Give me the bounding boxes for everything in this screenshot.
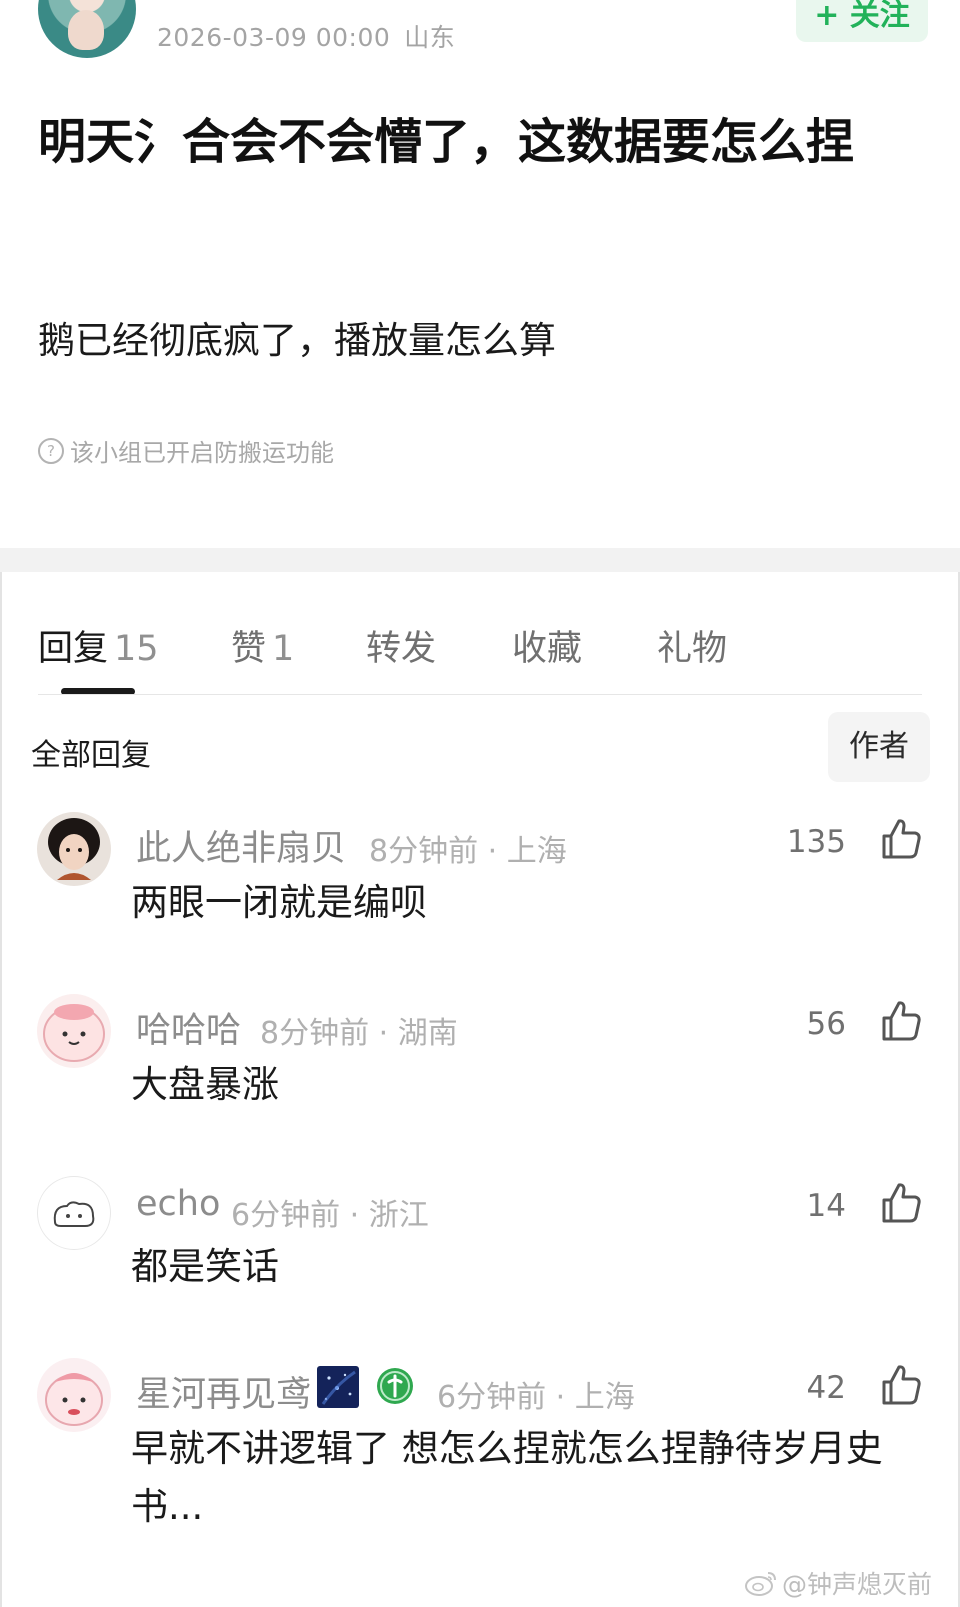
tab-gifts[interactable]: 礼物 <box>657 620 727 671</box>
comment-item: 此人绝非扇贝 8分钟前 · 上海 135 两眼一闭就是编呗 <box>0 812 960 932</box>
post-meta: 2026-03-09 00:00 山东 <box>157 18 455 54</box>
post-tabs: 回复 15 赞1 转发 收藏 礼物 <box>0 572 960 696</box>
starry-sky-badge-icon <box>317 1366 359 1408</box>
post-title: 明天氵合会不会懵了，这数据要怎么捏 <box>38 114 855 170</box>
reply-filter-row: 全部回复 作者 <box>0 708 960 784</box>
watermark: @钟声熄灭前 <box>744 1565 932 1601</box>
tab-label: 回复 <box>38 629 109 669</box>
comment-text: 大盘暴涨 <box>131 1063 279 1106</box>
author-filter-button[interactable]: 作者 <box>828 712 930 782</box>
avatar-image <box>37 1176 111 1250</box>
avatar-image <box>37 994 111 1068</box>
anti-repost-note[interactable]: ? 该小组已开启防搬运功能 <box>38 433 334 468</box>
thumbs-up-icon[interactable] <box>878 1362 924 1408</box>
tab-label: 赞 <box>231 629 267 669</box>
comment-time-location: 8分钟前 · 上海 <box>369 834 567 869</box>
like-count: 14 <box>806 1188 846 1224</box>
comment-author[interactable]: 哈哈哈 <box>136 1002 241 1053</box>
comment-author[interactable]: 此人绝非扇贝 <box>136 820 346 871</box>
post-card: 2026-03-09 00:00 山东 + 关注 明天氵合会不会懵了，这数据要怎么… <box>0 0 960 548</box>
avatar-image <box>37 1358 111 1432</box>
comment-text: 都是笑话 <box>131 1245 279 1288</box>
follow-button[interactable]: + 关注 <box>796 0 928 42</box>
avatar[interactable] <box>37 1176 111 1250</box>
post-author-avatar[interactable] <box>38 0 136 58</box>
tab-favorites[interactable]: 收藏 <box>512 620 582 671</box>
anti-repost-text: 该小组已开启防搬运功能 <box>70 439 334 467</box>
tab-label: 礼物 <box>657 629 728 669</box>
tab-label: 转发 <box>366 629 437 669</box>
level-badge-icon <box>377 1368 413 1404</box>
comment-item: 星河再见鸢 6分钟前 · 上海 42 早就不讲逻辑了 想怎么捏就怎么捏静待岁月史… <box>0 1358 960 1538</box>
comment-time-location: 6分钟前 · 浙江 <box>231 1198 429 1233</box>
tab-replies[interactable]: 回复 15 <box>38 620 159 671</box>
comment-item: 哈哈哈 8分钟前 · 湖南 56 大盘暴涨 <box>0 994 960 1114</box>
like-count: 42 <box>806 1370 846 1406</box>
post-body: 鹅已经彻底疯了，播放量怎么算 <box>38 319 556 362</box>
avatar[interactable] <box>37 994 111 1068</box>
comment-author[interactable]: 星河再见鸢 <box>136 1366 311 1417</box>
post-location: 山东 <box>404 23 456 52</box>
thumbs-up-icon[interactable] <box>878 1180 924 1226</box>
avatar-image <box>37 812 111 886</box>
weibo-logo-icon <box>744 1572 776 1596</box>
like-count: 135 <box>786 824 846 860</box>
comment-text: 早就不讲逻辑了 想怎么捏就怎么捏静待岁月史书... <box>131 1427 883 1528</box>
question-circle-icon: ? <box>38 437 64 464</box>
comment-text: 两眼一闭就是编呗 <box>131 881 427 924</box>
comment-author[interactable]: echo <box>136 1184 220 1224</box>
avatar[interactable] <box>37 812 111 886</box>
thumbs-up-icon[interactable] <box>878 998 924 1044</box>
like-count: 56 <box>806 1006 846 1042</box>
thumbs-up-icon[interactable] <box>878 816 924 862</box>
comment-time-location: 6分钟前 · 上海 <box>437 1380 635 1415</box>
avatar[interactable] <box>37 1358 111 1432</box>
comment-item: echo 6分钟前 · 浙江 14 都是笑话 <box>0 1176 960 1296</box>
tab-likes[interactable]: 赞1 <box>231 620 294 671</box>
tabs-divider <box>38 694 922 695</box>
comment-time-location: 8分钟前 · 湖南 <box>260 1016 458 1051</box>
section-divider <box>0 548 960 572</box>
all-replies-label[interactable]: 全部回复 <box>31 730 151 774</box>
tab-label: 收藏 <box>512 629 583 669</box>
watermark-text: @钟声熄灭前 <box>781 1570 932 1599</box>
tab-reposts[interactable]: 转发 <box>366 620 436 671</box>
tab-count: 1 <box>272 629 295 669</box>
post-timestamp: 2026-03-09 00:00 <box>157 23 391 52</box>
tab-count: 15 <box>114 629 159 669</box>
